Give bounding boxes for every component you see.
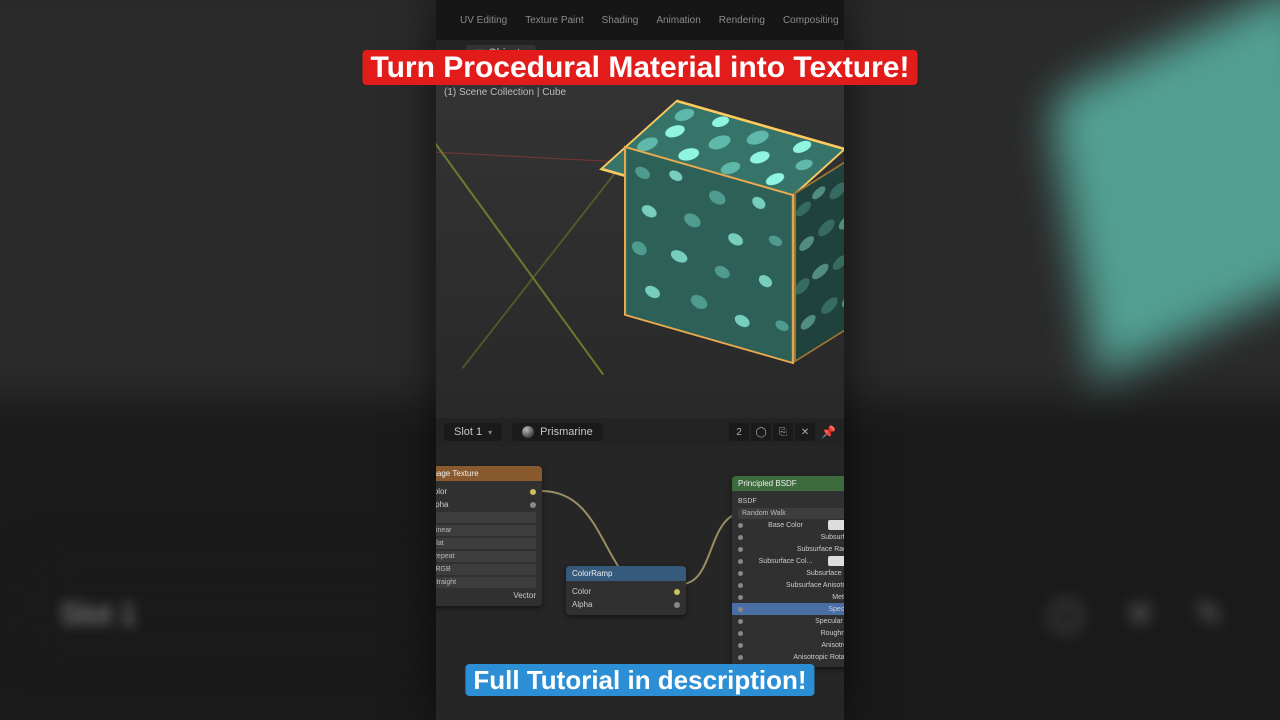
overlay-title: Turn Procedural Material into Texture! [363,50,918,85]
overlay-title-text: Turn Procedural Material into Texture! [363,50,918,85]
aniso-rot-label: Anisotropic Rotation [793,654,844,661]
socket-icon[interactable] [738,655,743,660]
aniso-label: Anisotropic [821,642,844,649]
tab-uv-editing[interactable]: UV Editing [460,15,507,26]
socket-icon[interactable] [738,571,743,576]
chevron-down-icon: ▾ [488,428,492,437]
viewport-collection-label: (1) Scene Collection | Cube [444,86,566,100]
socket-icon[interactable] [738,607,743,612]
color-ramp-node[interactable]: ColorRamp Color Alpha [566,566,686,615]
socket-icon[interactable] [738,595,743,600]
sss-radius-label: Subsurface Radius [797,546,844,553]
output-alpha: Alpha [572,600,592,609]
sss-color-swatch[interactable] [828,556,844,566]
output-color: Color [436,487,447,496]
subsurface-label: Subsurface [821,534,844,541]
3d-viewport[interactable]: User Perspective (1) Scene Collection | … [436,66,844,418]
tab-shading[interactable]: Shading [602,15,639,26]
bsdf-output: BSDF [738,498,757,505]
background-icons-blur: ◯ ✕ ✎ [1049,597,1240,632]
socket-icon[interactable] [738,619,743,624]
node-header[interactable]: ColorRamp [566,566,686,581]
overlay-subtitle-text: Full Tutorial in description! [465,664,814,696]
shader-editor-header: Slot 1 ▾ Prismarine 2 ◯ ⎘ ✕ 📌 [436,418,844,446]
video-frame: Slot 1 ◯ ✕ ✎ UV Editing Texture Paint Sh… [0,0,1280,720]
socket-icon[interactable] [738,643,743,648]
node-header[interactable]: Image Texture [436,466,542,481]
input-vector: Vector [513,591,536,600]
specular-tint-label: Specular Tint [815,618,844,625]
duplicate-material-button[interactable]: ⎘ [773,423,793,441]
center-panel: UV Editing Texture Paint Shading Animati… [436,0,844,720]
y-axis-line [436,131,604,375]
background-slot-label: Slot 1 [60,598,137,632]
sss-aniso-label: Subsurface Anisotropy [786,582,844,589]
interpolation-dropdown[interactable]: Linear [436,525,536,536]
sss-method[interactable]: Random Walk [738,508,844,519]
colorspace-dropdown[interactable]: sRGB [436,564,536,575]
image-field[interactable]: ▾ [436,512,536,523]
unlink-material-button[interactable]: ✕ [795,423,815,441]
socket-icon[interactable] [738,523,743,528]
specular-label: Specular [828,606,844,613]
socket-color-icon[interactable] [674,589,680,595]
base-color-label: Base Color [768,522,803,529]
socket-color-icon[interactable] [530,489,536,495]
socket-icon[interactable] [738,559,743,564]
tab-rendering[interactable]: Rendering [719,15,765,26]
output-color: Color [572,587,591,596]
material-slot-dropdown[interactable]: Slot 1 ▾ [444,423,502,441]
socket-icon[interactable] [738,547,743,552]
tab-compositing[interactable]: Compositing [783,15,839,26]
socket-alpha-icon[interactable] [674,602,680,608]
socket-icon[interactable] [738,583,743,588]
pin-icon[interactable]: 📌 [821,425,836,439]
socket-alpha-icon[interactable] [530,502,536,508]
overlay-subtitle: Full Tutorial in description! [465,665,814,696]
workspace-tabs[interactable]: UV Editing Texture Paint Shading Animati… [436,0,844,40]
tab-animation[interactable]: Animation [656,15,700,26]
slot-label: Slot 1 [454,426,482,438]
material-name: Prismarine [540,426,593,438]
node-header[interactable]: Principled BSDF [732,476,844,491]
tab-texture-paint[interactable]: Texture Paint [525,15,583,26]
alpha-mode-dropdown[interactable]: Straight [436,577,536,588]
new-material-button[interactable]: ◯ [751,423,771,441]
principled-bsdf-node[interactable]: Principled BSDF BSDF Random Walk Base Co… [732,476,844,667]
base-color-swatch[interactable] [828,520,844,530]
projection-dropdown[interactable]: Flat [436,538,536,549]
socket-icon[interactable] [738,535,743,540]
output-alpha: Alpha [436,500,448,509]
material-actions: 2 ◯ ⎘ ✕ 📌 [729,423,836,441]
sss-color-label: Subsurface Col... [759,558,813,565]
material-dropdown[interactable]: Prismarine [512,423,603,441]
metallic-label: Metallic [832,594,844,601]
users-count[interactable]: 2 [729,423,749,441]
roughness-label: Roughness [821,630,844,637]
cube-object[interactable] [594,110,844,370]
material-preview-icon [522,426,534,438]
image-texture-node[interactable]: Image Texture Color Alpha ▾ Linear Flat … [436,466,542,606]
sss-ior-label: Subsurface IOR [806,570,844,577]
extension-dropdown[interactable]: Repeat [436,551,536,562]
socket-icon[interactable] [738,631,743,636]
